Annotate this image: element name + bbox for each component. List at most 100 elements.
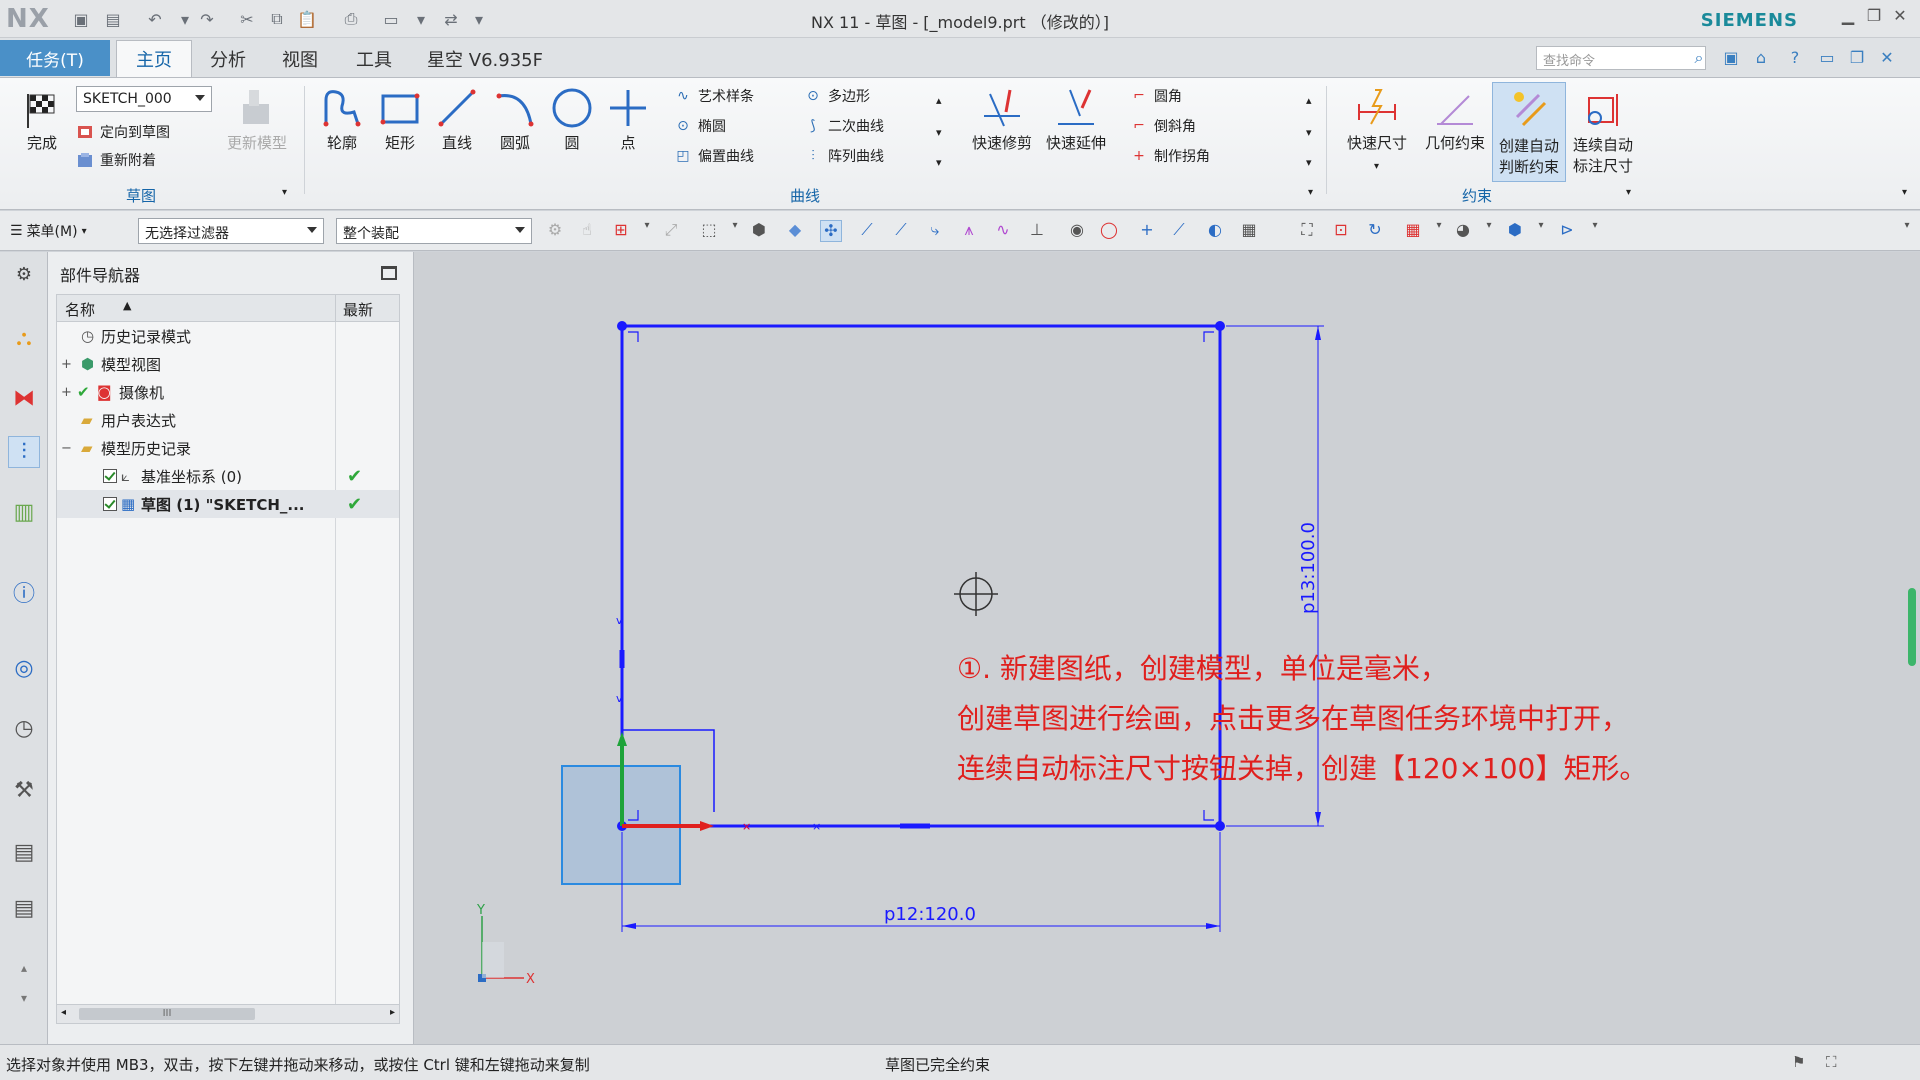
- quick-trim-button[interactable]: 快速修剪: [966, 82, 1038, 152]
- process-studio-icon[interactable]: ⚒: [8, 774, 40, 806]
- curve-group-more-icon[interactable]: ▾: [1308, 180, 1313, 204]
- scroll-up-icon[interactable]: ▴: [8, 952, 40, 984]
- make-corner-button[interactable]: + 制作拐角: [1130, 144, 1210, 168]
- type-filter-select[interactable]: 无选择过滤器: [138, 218, 324, 244]
- tree-row[interactable]: ▰ 用户表达式: [57, 406, 399, 434]
- snap-center-icon[interactable]: ◉: [1066, 220, 1088, 242]
- fullscreen-icon[interactable]: ⛶: [1826, 1053, 1837, 1071]
- maximize-icon[interactable]: [381, 266, 397, 280]
- command-search-input[interactable]: 查找命令: [1536, 46, 1706, 70]
- snap-on-curve-icon[interactable]: ⟋: [1168, 220, 1190, 242]
- help-icon[interactable]: ?: [1784, 48, 1806, 70]
- flag-icon[interactable]: ⚑: [1792, 1053, 1805, 1071]
- general-selection-icon[interactable]: ⚙: [544, 220, 566, 242]
- quick-extend-button[interactable]: 快速延伸: [1040, 82, 1112, 152]
- snap-intersection-icon[interactable]: ⩚: [958, 220, 980, 242]
- part-navigator-icon[interactable]: ⫶: [8, 436, 40, 468]
- line-button[interactable]: 直线: [428, 82, 486, 152]
- offset-curve-button[interactable]: ◰ 偏置曲线: [674, 144, 754, 168]
- tree-row[interactable]: ⟀ 基准坐标系 (0) ✔: [57, 462, 399, 490]
- constraint-navigator-icon[interactable]: ⧓: [8, 382, 40, 414]
- tree-row[interactable]: + ✔ ◙ 摄像机: [57, 378, 399, 406]
- geometric-constraint-button[interactable]: 几何约束: [1418, 82, 1492, 152]
- orient-to-sketch-button[interactable]: 定向到草图: [76, 120, 170, 144]
- auto-constraint-toggle[interactable]: 创建自动 判断约束: [1492, 82, 1566, 182]
- rapid-dimension-dropdown-icon[interactable]: ▾: [1374, 154, 1379, 178]
- chamfer-button[interactable]: ⌐ 倒斜角: [1130, 114, 1196, 138]
- scroll-right-icon[interactable]: ▸: [390, 1007, 395, 1018]
- select-dropdown-icon[interactable]: ▾: [636, 220, 658, 242]
- sketch-group-more-icon[interactable]: ▾: [282, 180, 287, 204]
- column-latest-header[interactable]: 最新: [343, 299, 373, 320]
- finish-sketch-button[interactable]: 完成: [14, 82, 70, 152]
- snap-mid-icon[interactable]: ⟋: [890, 220, 912, 242]
- ribbon-restore-icon[interactable]: ❐: [1846, 48, 1868, 70]
- tab-analysis[interactable]: 分析: [196, 40, 260, 77]
- continuous-auto-dimension-button[interactable]: 连续自动 标注尺寸: [1566, 82, 1640, 176]
- tab-view[interactable]: 视图: [268, 40, 332, 77]
- snap-points-icon[interactable]: ✣: [820, 220, 842, 242]
- pick-icon[interactable]: ☝: [576, 220, 598, 242]
- snap-quadrant-icon[interactable]: ◯: [1098, 220, 1120, 242]
- orient-dropdown-icon[interactable]: ▾: [1428, 220, 1450, 242]
- gallery2-down-icon[interactable]: ▾: [1306, 120, 1312, 144]
- gallery2-more-icon[interactable]: ▾: [1306, 150, 1312, 174]
- update-model-button[interactable]: 更新模型: [222, 82, 292, 152]
- horizontal-scrollbar[interactable]: ◂ III ▸: [56, 1004, 400, 1024]
- pattern-curve-button[interactable]: ⫶ 阵列曲线: [804, 144, 884, 168]
- snap-control-icon[interactable]: ⤷: [924, 220, 946, 242]
- select-all-icon[interactable]: ⊞: [610, 220, 632, 242]
- history-icon[interactable]: ◷: [8, 712, 40, 744]
- reuse-library-icon[interactable]: ▥: [8, 496, 40, 528]
- tab-task[interactable]: 任务(T): [0, 40, 110, 76]
- snap-existing-point-icon[interactable]: +: [1136, 220, 1158, 242]
- rapid-dimension-button[interactable]: 快速尺寸: [1340, 82, 1414, 152]
- render-style-icon[interactable]: ◕: [1452, 220, 1474, 242]
- scrollbar-thumb[interactable]: III: [79, 1008, 255, 1020]
- fit-view-icon[interactable]: ⛶: [1296, 220, 1318, 242]
- system-scene-icon[interactable]: ▤: [8, 892, 40, 924]
- dimension-vertical-label[interactable]: p13:100.0: [1298, 522, 1319, 614]
- tree-row[interactable]: ▦ 草图 (1) "SKETCH_... ✔: [57, 490, 399, 518]
- graphics-window[interactable]: v v × × × p12:120.0 p13:100.0 Y X ①. 新建图…: [414, 252, 1920, 1044]
- expand-icon[interactable]: +: [61, 385, 72, 400]
- tab-xingkong[interactable]: 星空 V6.935F: [420, 40, 550, 77]
- studio-spline-button[interactable]: ∿ 艺术样条: [674, 84, 754, 108]
- snap-perpendicular-icon[interactable]: ⊥: [1026, 220, 1048, 242]
- circle-button[interactable]: 圆: [544, 82, 600, 152]
- scroll-down-icon[interactable]: ▾: [8, 982, 40, 1014]
- tab-tools[interactable]: 工具: [342, 40, 406, 77]
- rotate-icon[interactable]: ↻: [1364, 220, 1386, 242]
- hd3d-tools-icon[interactable]: ⓘ: [8, 576, 40, 608]
- display-dropdown-icon[interactable]: ▾: [1584, 220, 1606, 242]
- constraint-group-more-icon[interactable]: ▾: [1626, 180, 1631, 204]
- tree-row[interactable]: ◷ 历史记录模式: [57, 322, 399, 350]
- fillet-button[interactable]: ⌐ 圆角: [1130, 84, 1182, 108]
- roles-icon[interactable]: ▤: [8, 836, 40, 868]
- arc-button[interactable]: 圆弧: [486, 82, 544, 152]
- assembly-navigator-icon[interactable]: ⛬: [8, 322, 40, 354]
- snap-end-icon[interactable]: ⟋: [856, 220, 878, 242]
- menu-button[interactable]: ☰ 菜单(M) ▾: [10, 218, 87, 244]
- ribbon-options-icon[interactable]: ▾: [1902, 180, 1907, 204]
- vertical-scroll-indicator[interactable]: [1908, 588, 1916, 666]
- snap-bounded-icon[interactable]: ▦: [1238, 220, 1260, 242]
- gallery-up-icon[interactable]: ▴: [936, 88, 942, 112]
- conic-button[interactable]: ⟆ 二次曲线: [804, 114, 884, 138]
- polygon-button[interactable]: ⊙ 多边形: [804, 84, 870, 108]
- dimension-horizontal-label[interactable]: p12:120.0: [884, 904, 976, 925]
- collapse-icon[interactable]: −: [61, 441, 72, 456]
- gallery-down-icon[interactable]: ▾: [936, 120, 942, 144]
- orient-view-toolbar-icon[interactable]: ▦: [1402, 220, 1424, 242]
- edit-section-icon[interactable]: ⬢: [1504, 220, 1526, 242]
- tree-row[interactable]: + ⬢ 模型视图: [57, 350, 399, 378]
- scroll-left-icon[interactable]: ◂: [61, 1007, 66, 1018]
- expand-icon[interactable]: +: [61, 357, 72, 372]
- render-dropdown-icon[interactable]: ▾: [1478, 220, 1500, 242]
- tab-home[interactable]: 主页: [116, 40, 192, 77]
- rectangle-select-icon[interactable]: ⬚: [698, 220, 720, 242]
- profile-button[interactable]: 轮廓: [312, 82, 372, 152]
- restore-button[interactable]: ❐: [1862, 6, 1886, 28]
- minimize-button[interactable]: ▁: [1836, 6, 1860, 28]
- display-mode-icon[interactable]: ⊳: [1556, 220, 1578, 242]
